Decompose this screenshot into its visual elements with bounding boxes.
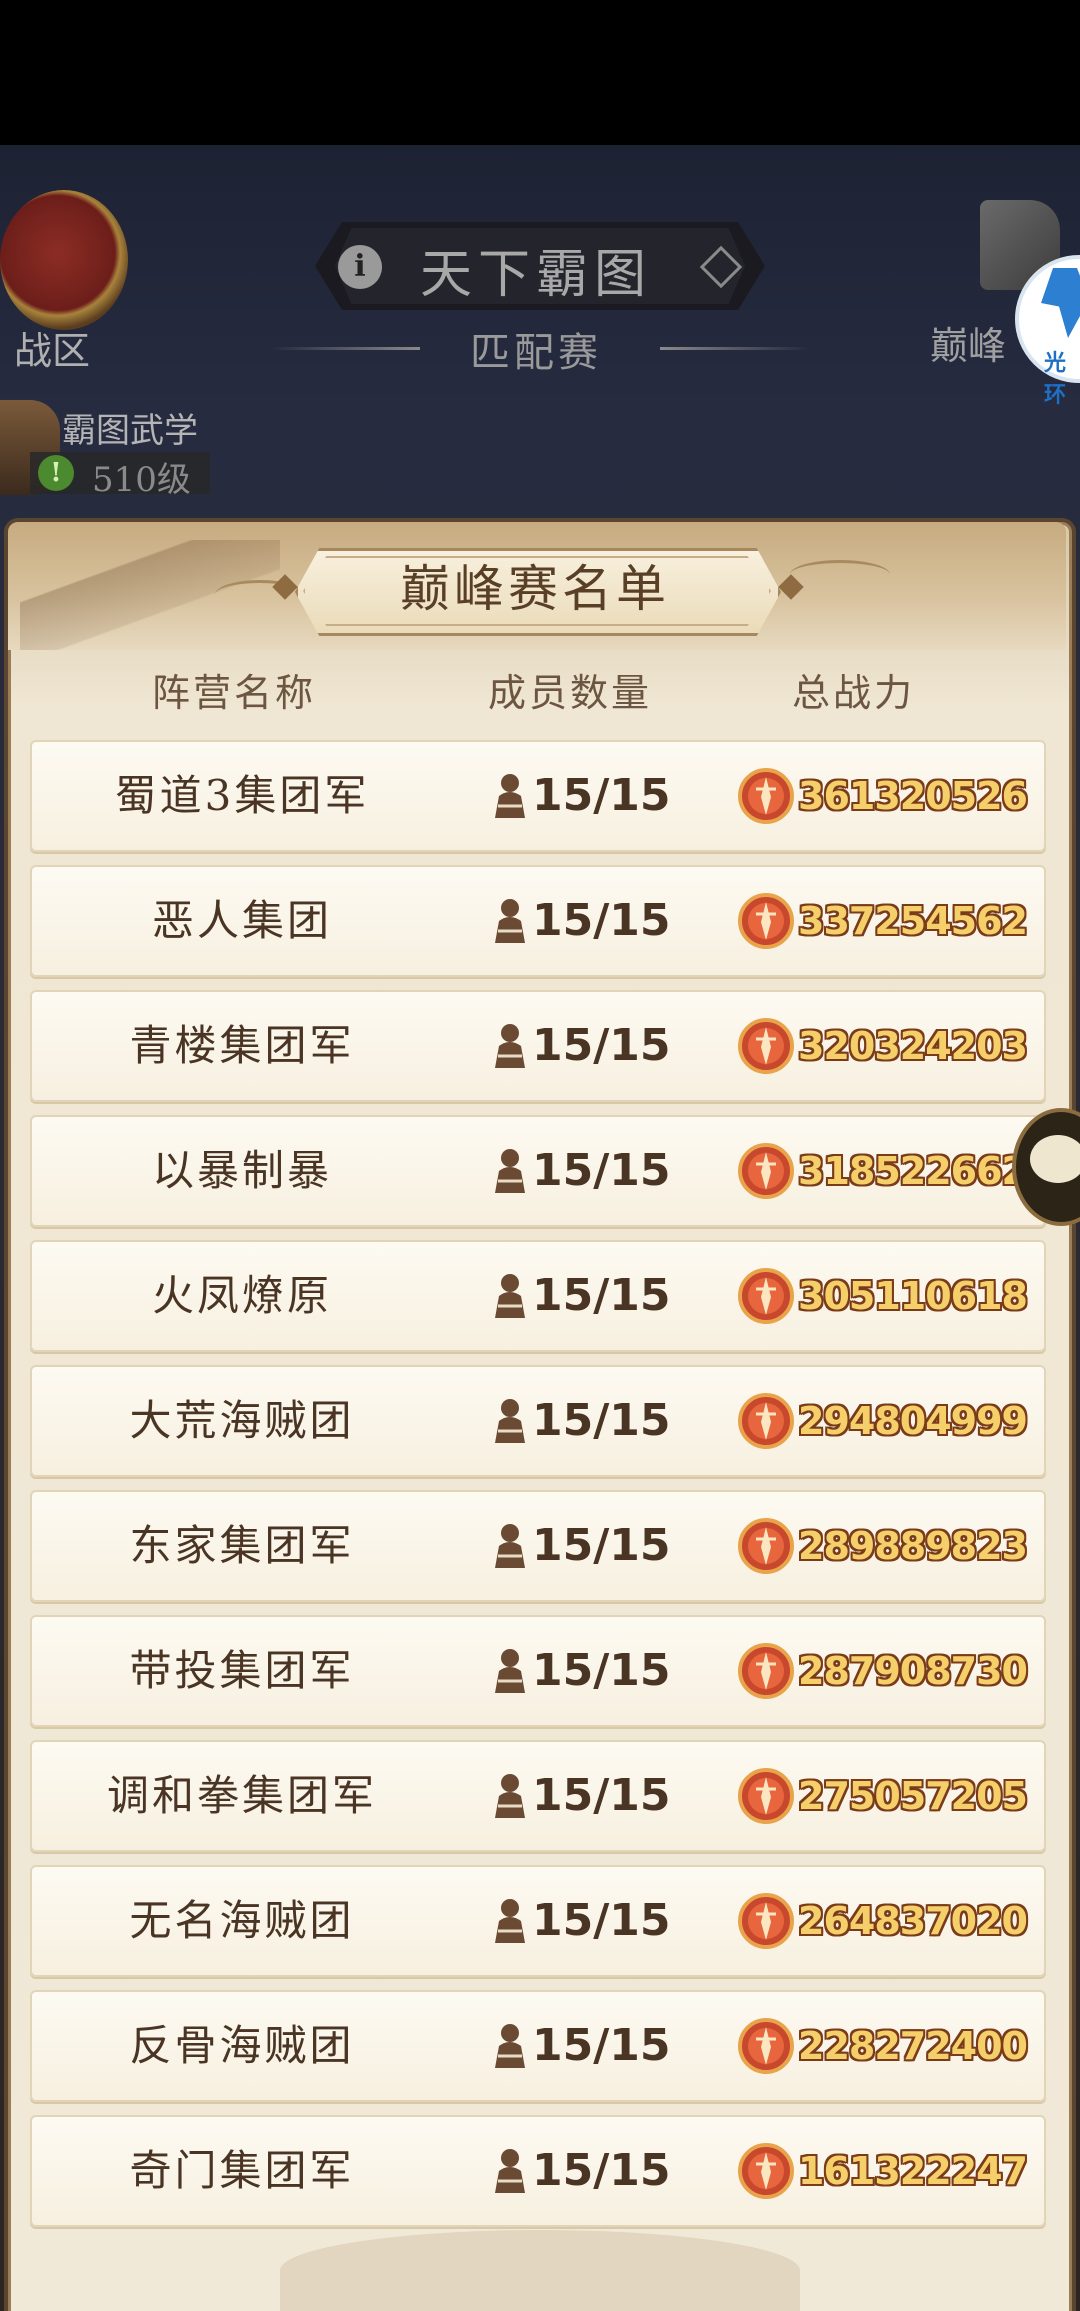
member-count: 15/15 — [532, 770, 671, 821]
martial-title: 霸图武学 — [62, 411, 198, 451]
level-value: 510级 — [92, 460, 191, 500]
roster-row[interactable]: 反骨海贼团 15/15 228272400 — [30, 1990, 1046, 2102]
roster-row[interactable]: 奇门集团军 15/15 161322247 — [30, 2115, 1046, 2227]
camp-name: 奇门集团军 — [129, 2146, 355, 2195]
app-label: 光环 — [1044, 351, 1067, 408]
camp-name: 青楼集团军 — [129, 1021, 355, 1070]
total-power: 228272400 — [798, 2024, 1028, 2068]
roster-row[interactable]: 东家集团军 15/15 289889823 — [30, 1490, 1046, 1602]
game-screen: 战区 i 天下霸图 匹配赛 巅峰 光环 霸图武学 ! 510级 巅峰赛名单 阵营… — [0, 0, 1080, 2311]
camp-name: 大荒海贼团 — [129, 1396, 355, 1445]
member-icon — [495, 2149, 525, 2193]
power-icon — [738, 1143, 794, 1199]
member-count: 15/15 — [532, 2145, 671, 2196]
roster-row[interactable]: 调和拳集团军 15/15 275057205 — [30, 1740, 1046, 1852]
power-icon — [738, 768, 794, 824]
info-icon[interactable]: i — [338, 245, 382, 289]
member-icon — [495, 1524, 525, 1568]
member-icon — [495, 774, 525, 818]
member-icon — [495, 1024, 525, 1068]
camp-name: 以暴制暴 — [151, 1146, 332, 1195]
member-icon — [495, 1774, 525, 1818]
total-power: 264837020 — [798, 1899, 1028, 1943]
total-power: 275057205 — [798, 1774, 1028, 1818]
camp-name: 调和拳集团军 — [106, 1771, 377, 1820]
member-count: 15/15 — [532, 895, 671, 946]
member-icon — [495, 899, 525, 943]
power-icon — [738, 2143, 794, 2199]
camp-name: 东家集团军 — [129, 1521, 355, 1570]
member-count: 15/15 — [532, 1270, 671, 1321]
roster-row[interactable]: 无名海贼团 15/15 264837020 — [30, 1865, 1046, 1977]
subtitle-divider-left — [270, 347, 420, 350]
power-icon — [738, 893, 794, 949]
panel-bottom-decoration — [280, 2230, 800, 2311]
roster-row[interactable]: 蜀道3集团军 15/15 361320526 — [30, 740, 1046, 852]
total-power: 337254562 — [798, 899, 1028, 943]
total-power: 305110618 — [798, 1274, 1028, 1318]
camp-name: 火凤燎原 — [151, 1271, 332, 1320]
total-power: 289889823 — [798, 1524, 1028, 1568]
member-count: 15/15 — [532, 1520, 671, 1571]
member-count: 15/15 — [532, 1145, 671, 1196]
total-power: 361320526 — [798, 774, 1028, 818]
member-count: 15/15 — [532, 2020, 671, 2071]
roster-row[interactable]: 青楼集团军 15/15 320324203 — [30, 990, 1046, 1102]
member-icon — [495, 1149, 525, 1193]
member-icon — [495, 1274, 525, 1318]
page-title: 天下霸图 — [420, 245, 653, 305]
power-icon — [738, 1643, 794, 1699]
roster-row[interactable]: 大荒海贼团 15/15 294804999 — [30, 1365, 1046, 1477]
subtitle-divider-right — [660, 347, 810, 350]
page-subtitle: 匹配赛 — [470, 330, 602, 376]
member-icon — [495, 1399, 525, 1443]
column-header-members: 成员数量 — [488, 671, 653, 715]
member-count: 15/15 — [532, 1020, 671, 1071]
power-icon — [738, 1018, 794, 1074]
member-count: 15/15 — [532, 1645, 671, 1696]
panel-title: 巅峰赛名单 — [400, 560, 670, 618]
roster-row[interactable]: 火凤燎原 15/15 305110618 — [30, 1240, 1046, 1352]
power-icon — [738, 1518, 794, 1574]
chat-icon — [1030, 1135, 1080, 1183]
zone-emblem-icon[interactable] — [0, 190, 128, 330]
total-power: 318522662 — [798, 1149, 1028, 1193]
camp-name: 蜀道3集团军 — [114, 771, 370, 820]
zone-label[interactable]: 战区 — [14, 320, 90, 375]
total-power: 161322247 — [798, 2149, 1028, 2193]
member-icon — [495, 1649, 525, 1693]
power-icon — [738, 1268, 794, 1324]
roster-row[interactable]: 带投集团军 15/15 287908730 — [30, 1615, 1046, 1727]
total-power: 294804999 — [798, 1399, 1028, 1443]
camp-name: 恶人集团 — [151, 896, 332, 945]
member-count: 15/15 — [532, 1395, 671, 1446]
member-icon — [495, 1899, 525, 1943]
power-icon — [738, 1768, 794, 1824]
member-count: 15/15 — [532, 1895, 671, 1946]
level-up-icon: ! — [38, 455, 74, 491]
power-icon — [738, 1893, 794, 1949]
column-header-name: 阵营名称 — [152, 671, 317, 715]
cloud-ornament-right — [790, 560, 890, 589]
total-power: 320324203 — [798, 1024, 1028, 1068]
power-icon — [738, 2018, 794, 2074]
peak-label[interactable]: 巅峰 — [930, 315, 1006, 370]
roster-row[interactable]: 恶人集团 15/15 337254562 — [30, 865, 1046, 977]
roster-row[interactable]: 以暴制暴 15/15 318522662 — [30, 1115, 1046, 1227]
power-icon — [738, 1393, 794, 1449]
column-header-power: 总战力 — [792, 671, 916, 715]
camp-name: 带投集团军 — [129, 1646, 355, 1695]
total-power: 287908730 — [798, 1649, 1028, 1693]
camp-name: 反骨海贼团 — [129, 2021, 355, 2070]
member-count: 15/15 — [532, 1770, 671, 1821]
member-icon — [495, 2024, 525, 2068]
camp-name: 无名海贼团 — [129, 1896, 355, 1945]
